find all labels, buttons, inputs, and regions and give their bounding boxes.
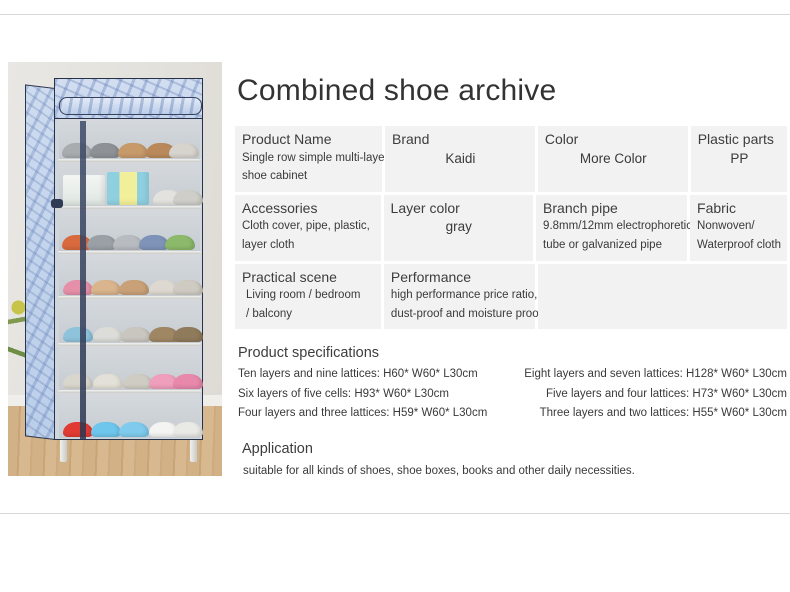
storage-box: [107, 172, 149, 205]
attribute-key: Plastic parts: [697, 131, 774, 147]
attribute-value: dust-proof and moisture proof, exquisite…: [390, 307, 661, 320]
specifications-heading: Product specifications: [238, 345, 380, 362]
attribute-value: high performance price ratio,: [390, 289, 538, 301]
zipper-pull: [51, 199, 63, 208]
application-text: suitable for all kinds of shoes, shoe bo…: [243, 464, 635, 477]
cabinet-leg: [190, 440, 197, 462]
shoe-item: [118, 143, 148, 158]
specification-left: Four layers and three lattices: H59* W60…: [238, 407, 488, 420]
shoe-item: [173, 280, 203, 295]
shoe-item: [90, 143, 120, 158]
attribute-key: Branch pipe: [543, 199, 618, 216]
shoe-item: [63, 280, 93, 295]
shoe-item: [119, 280, 149, 295]
shoe-item: [62, 143, 92, 158]
specification-line: Ten layers and nine lattices: H60* W60* …: [235, 367, 787, 383]
bottom-divider: [0, 513, 790, 514]
shoe-item: [173, 327, 203, 342]
attribute-key: Fabric: [697, 199, 736, 216]
shoe-item: [63, 422, 93, 437]
rolled-cover-flap: [59, 97, 202, 115]
shoe-item: [63, 327, 93, 342]
attribute-value: / balcony: [246, 307, 293, 320]
attribute-key: Accessories: [242, 199, 318, 216]
cabinet-front: [51, 78, 203, 440]
shoe-item: [165, 235, 195, 250]
product-details: Combined shoe archive Product Name Singl…: [235, 62, 787, 477]
product-photo: [8, 62, 222, 476]
attribute-key: Practical scene: [242, 268, 337, 285]
shoe-item: [93, 374, 123, 389]
attribute-cell-fabric: Fabric Nonwoven/ Waterproof cloth: [690, 194, 787, 261]
attribute-cell-practical-scene: Practical scene Living room / bedroom / …: [235, 263, 381, 330]
page-title: Combined shoe archive: [237, 74, 557, 107]
attribute-value: Waterproof cloth: [697, 238, 781, 251]
specifications-list: Ten layers and nine lattices: H60* W60* …: [235, 367, 787, 422]
shoe-item: [93, 327, 123, 342]
shoe-item: [173, 374, 203, 389]
attribute-value: PP: [730, 150, 749, 166]
attribute-cell-performance: Performance high performance price ratio…: [383, 263, 661, 330]
specification-right: Three layers and two lattices: H55* W60*…: [539, 407, 787, 420]
attribute-row: Product Name Single row simple multi-lay…: [235, 126, 787, 192]
attribute-value: 9.8mm/12mm electrophoretic: [543, 220, 692, 233]
cabinet-legs: [54, 440, 203, 462]
specification-left: Ten layers and nine lattices: H60* W60* …: [238, 368, 478, 381]
attribute-key: Performance: [390, 268, 472, 285]
attribute-key: Product Name: [242, 131, 332, 147]
attribute-row: Practical scene Living room / bedroom / …: [235, 263, 787, 330]
specification-line: Six layers of five cells: H93* W60* L30c…: [235, 387, 787, 403]
specification-line: Four layers and three lattices: H59* W60…: [235, 406, 787, 422]
attribute-value: tube or galvanized pipe: [543, 238, 662, 251]
attribute-value: Nonwoven/: [697, 220, 755, 233]
attribute-value: More Color: [579, 150, 647, 166]
shoe-item: [63, 374, 93, 389]
shoe-item: [173, 190, 203, 205]
shoe-item: [91, 422, 121, 437]
shoe-cabinet: [25, 78, 203, 462]
shoe-item: [121, 327, 151, 342]
attribute-cell-layer-color: Layer color gray: [383, 194, 534, 261]
attribute-value: Cloth cover, pipe, plastic,: [242, 220, 370, 233]
top-divider: [0, 14, 790, 15]
cabinet-leg: [60, 440, 67, 462]
attribute-table: Product Name Single row simple multi-lay…: [235, 126, 787, 330]
cabinet-side-panel: [25, 84, 55, 440]
attribute-value: Living room / bedroom: [246, 289, 361, 301]
attribute-key: Layer color: [390, 199, 460, 216]
attribute-value: gray: [445, 219, 472, 235]
attribute-cell-branch-pipe: Branch pipe 9.8mm/12mm electrophoretic t…: [536, 194, 692, 261]
attribute-cell-product-name: Product Name Single row simple multi-lay…: [235, 126, 389, 192]
attribute-cell-brand: Brand Kaidi: [385, 126, 535, 192]
application-heading: Application: [242, 440, 313, 457]
specification-right: Eight layers and seven lattices: H128* W…: [524, 368, 787, 381]
attribute-value: Single row simple multi-layer: [242, 151, 389, 164]
specification-left: Six layers of five cells: H93* W60* L30c…: [238, 387, 449, 400]
shoe-item: [119, 422, 149, 437]
shoe-item: [173, 422, 203, 437]
attribute-key: Color: [544, 131, 579, 147]
specification-right: Five layers and four lattices: H73* W60*…: [546, 387, 787, 400]
cover-zipper: [80, 121, 86, 439]
attribute-row: Accessories Cloth cover, pipe, plastic, …: [235, 194, 787, 261]
shoe-item: [169, 143, 199, 158]
attribute-value: Kaidi: [445, 150, 476, 166]
attribute-value: layer cloth: [242, 238, 295, 251]
attribute-key: Brand: [392, 131, 430, 147]
attribute-cell-plastic-parts: Plastic parts PP: [690, 126, 787, 192]
attribute-value: shoe cabinet: [242, 170, 308, 183]
attribute-cell-color: Color More Color: [537, 126, 688, 192]
attribute-cell-accessories: Accessories Cloth cover, pipe, plastic, …: [235, 194, 381, 261]
shoe-item: [91, 280, 121, 295]
cabinet-top-cover: [55, 79, 202, 119]
attribute-cell-empty: [537, 263, 787, 330]
